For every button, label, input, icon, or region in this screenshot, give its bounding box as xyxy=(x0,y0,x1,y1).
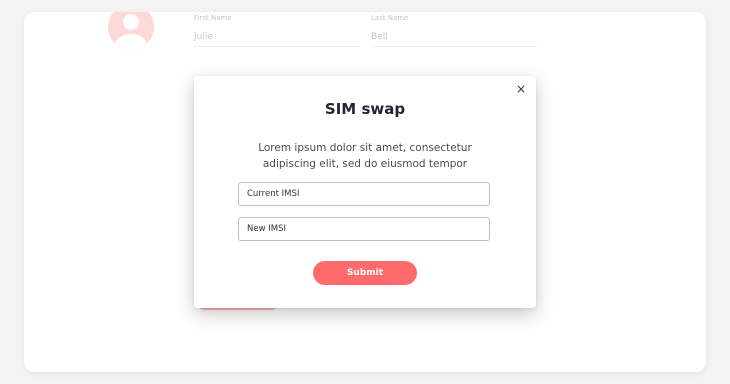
last-name-underline xyxy=(371,46,537,47)
last-name-label: Last Name xyxy=(371,14,409,22)
user-avatar-icon xyxy=(108,12,154,50)
first-name-value[interactable]: Julie xyxy=(194,32,213,42)
first-name-underline xyxy=(194,46,360,47)
last-name-value[interactable]: Bell xyxy=(371,32,388,42)
first-name-label: First Name xyxy=(194,14,232,22)
avatar-shoulders xyxy=(114,34,148,50)
modal-title: SIM swap xyxy=(324,100,406,118)
close-icon[interactable]: × xyxy=(515,83,527,95)
avatar-head xyxy=(123,14,139,30)
sim-swap-modal: × SIM swap Lorem ipsum dolor sit amet, c… xyxy=(194,76,536,308)
submit-button[interactable]: Submit xyxy=(313,261,417,285)
modal-description: Lorem ipsum dolor sit amet, consectetur … xyxy=(258,142,472,170)
new-imsi-input[interactable] xyxy=(238,217,490,241)
current-imsi-input[interactable] xyxy=(238,182,490,206)
